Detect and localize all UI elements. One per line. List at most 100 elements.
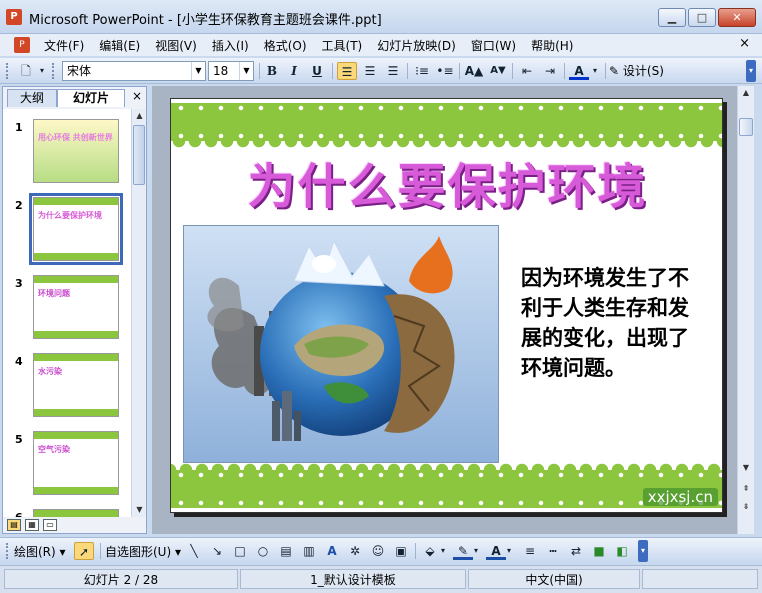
menu-item-5[interactable]: 工具(T) (322, 37, 363, 54)
toolbar-options-icon[interactable]: ▾ (746, 60, 756, 82)
scroll-down-icon[interactable]: ▼ (132, 503, 147, 517)
scroll-down-icon[interactable]: ▼ (738, 461, 754, 475)
next-slide-icon[interactable]: ⇟ (738, 500, 754, 514)
chevron-down-icon[interactable]: ▾ (504, 542, 514, 560)
italic-button[interactable]: I (284, 62, 304, 80)
clipart-icon[interactable]: ☺ (368, 542, 388, 560)
tab-outline[interactable]: 大纲 (7, 89, 57, 107)
autoshapes-menu-button[interactable]: 自选图形(U) ▾ (105, 543, 181, 560)
wordart-icon[interactable]: A (322, 542, 342, 560)
dash-style-icon[interactable]: ┅ (543, 542, 563, 560)
toolbar-separator (407, 63, 408, 79)
design-button[interactable]: ✎ 设计(S) (609, 62, 664, 79)
slide-thumbnail[interactable] (33, 509, 119, 517)
toolbar-options-icon[interactable]: ▾ (638, 540, 648, 562)
menu-item-7[interactable]: 窗口(W) (471, 37, 516, 54)
oval-tool-icon[interactable]: ○ (253, 542, 273, 560)
close-document-button[interactable]: × (739, 36, 750, 51)
previous-slide-icon[interactable]: ⇞ (738, 482, 754, 496)
slide-thumbnail[interactable]: 空气污染 (33, 431, 119, 495)
maximize-button[interactable]: □ (688, 8, 716, 27)
toolbar-separator (512, 63, 513, 79)
font-size-select[interactable]: 18 ▼ (208, 61, 254, 81)
arrow-tool-icon[interactable]: ↘ (207, 542, 227, 560)
decrease-font-icon[interactable]: A▼ (488, 62, 508, 80)
toolbar-separator (100, 543, 101, 559)
slide-body-text[interactable]: 因为环境发生了不利于人类生存和发展的变化，出现了环境问题。 (521, 263, 691, 383)
toolbar-grip[interactable] (52, 63, 55, 79)
site-watermark: xxjxsj.cn (642, 488, 718, 506)
picture-icon[interactable]: ▣ (391, 542, 411, 560)
slide-sorter-view-icon[interactable]: ▦ (25, 519, 39, 531)
thumbnail-scrollbar[interactable]: ▲ ▼ (131, 109, 146, 517)
line-tool-icon[interactable]: ╲ (184, 542, 204, 560)
chevron-down-icon[interactable]: ▼ (239, 62, 253, 80)
powerpoint-icon[interactable]: P (6, 9, 22, 25)
menu-item-4[interactable]: 格式(O) (264, 37, 307, 54)
slide-thumbnail[interactable]: 用心环保 共创新世界 (33, 119, 119, 183)
decrease-indent-icon[interactable]: ⇤ (517, 62, 537, 80)
new-document-icon[interactable]: 🗋 (16, 62, 36, 80)
diagram-icon[interactable]: ✲ (345, 542, 365, 560)
toolbar-grip[interactable] (6, 543, 9, 559)
minimize-button[interactable]: ▁ (658, 8, 686, 27)
shadow-style-icon[interactable]: ■ (589, 542, 609, 560)
draw-menu-button[interactable]: 绘图(R) ▾ (14, 543, 66, 560)
status-blank-cell (642, 569, 758, 589)
chevron-down-icon[interactable]: ▾ (471, 542, 481, 560)
fill-color-icon[interactable]: ⬙ (420, 542, 440, 560)
align-center-icon[interactable]: ☰ (360, 62, 380, 80)
bulleted-list-icon[interactable]: •≡ (435, 62, 455, 80)
font-color-icon[interactable]: A (569, 62, 589, 80)
line-color-icon[interactable]: ✎ (453, 542, 473, 560)
menu-item-3[interactable]: 插入(I) (212, 37, 249, 54)
font-color-icon[interactable]: A (486, 542, 506, 560)
normal-view-icon[interactable]: ▤ (7, 519, 21, 531)
menu-item-1[interactable]: 编辑(E) (99, 37, 140, 54)
environment-globe-image[interactable] (183, 225, 499, 463)
current-slide[interactable]: 为什么要保护环境 因为环境发生了不利于人类生存和发展的变化，出现了环境问题。 x… (170, 98, 723, 513)
slide-thumbnail[interactable]: 环境问题 (33, 275, 119, 339)
chevron-down-icon[interactable]: ▼ (191, 62, 205, 80)
scroll-up-icon[interactable]: ▲ (738, 86, 754, 100)
close-window-button[interactable]: ✕ (718, 8, 756, 27)
slide-number: 1 (15, 121, 23, 134)
align-left-icon[interactable]: ☰ (337, 62, 357, 80)
increase-indent-icon[interactable]: ⇥ (540, 62, 560, 80)
toolbar-options-icon[interactable]: ▾ (36, 62, 48, 80)
slideshow-view-icon[interactable]: ▭ (43, 519, 57, 531)
menu-item-0[interactable]: 文件(F) (44, 37, 84, 54)
menu-item-6[interactable]: 幻灯片放映(D) (377, 37, 456, 54)
menu-item-8[interactable]: 帮助(H) (531, 37, 573, 54)
bold-button[interactable]: B (262, 62, 282, 80)
slide-thumbnail[interactable]: 水污染 (33, 353, 119, 417)
slide-editing-area[interactable]: 为什么要保护环境 因为环境发生了不利于人类生存和发展的变化，出现了环境问题。 x… (152, 86, 737, 534)
rectangle-tool-icon[interactable]: □ (230, 542, 250, 560)
font-name-select[interactable]: 宋体 ▼ (62, 61, 206, 81)
numbered-list-icon[interactable]: ⁝≡ (412, 62, 432, 80)
document-icon[interactable]: P (14, 37, 30, 53)
scroll-thumb[interactable] (739, 118, 753, 136)
thumbnail-caption: 环境问题 (38, 289, 70, 298)
menu-item-2[interactable]: 视图(V) (155, 37, 197, 54)
select-arrow-icon[interactable]: ➚ (74, 542, 94, 560)
chevron-down-icon[interactable]: ▾ (589, 62, 601, 80)
slide-title[interactable]: 为什么要保护环境 (171, 147, 722, 217)
scroll-up-icon[interactable]: ▲ (132, 109, 147, 123)
slide-thumbnail[interactable]: 为什么要保护环境 (29, 193, 123, 265)
tab-slides[interactable]: 幻灯片 (57, 89, 125, 107)
slide-thumbnails[interactable]: 1 用心环保 共创新世界 2 为什么要保护环境 3 环境问题 4 水污染 5 空气污染 6 (3, 109, 131, 517)
toolbar-grip[interactable] (6, 63, 9, 79)
close-panel-button[interactable]: × (132, 89, 142, 103)
arrow-style-icon[interactable]: ⇄ (566, 542, 586, 560)
scroll-thumb[interactable] (133, 125, 145, 185)
underline-button[interactable]: U (307, 62, 327, 80)
increase-font-icon[interactable]: A▲ (464, 62, 484, 80)
textbox-tool-icon[interactable]: ▤ (276, 542, 296, 560)
slide-scrollbar[interactable]: ▲ ▼ ⇞ ⇟ (737, 86, 754, 534)
chevron-down-icon[interactable]: ▾ (438, 542, 448, 560)
3d-style-icon[interactable]: ◧ (612, 542, 632, 560)
align-right-icon[interactable]: ☰ (383, 62, 403, 80)
line-style-icon[interactable]: ≡ (520, 542, 540, 560)
vertical-textbox-icon[interactable]: ▥ (299, 542, 319, 560)
